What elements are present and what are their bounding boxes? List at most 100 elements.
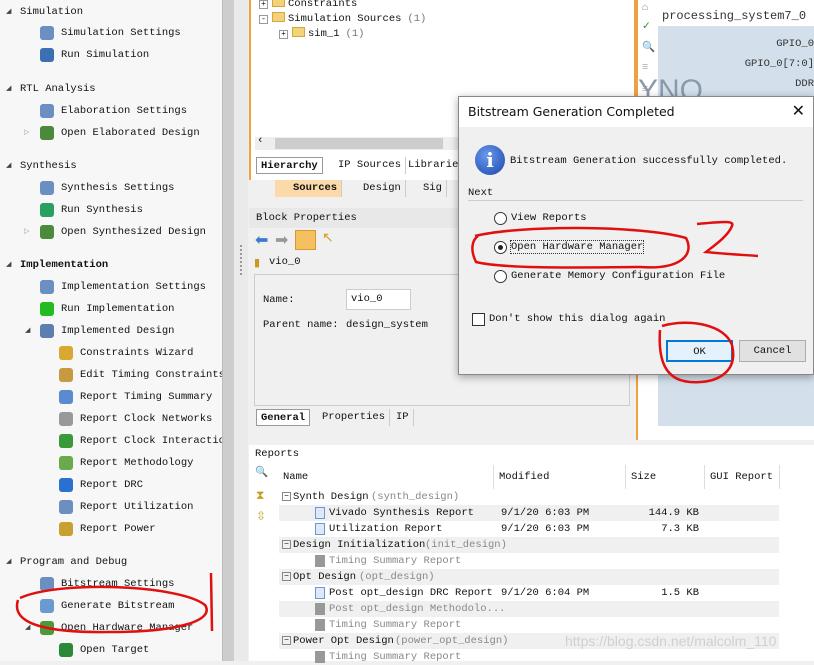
tab-design[interactable]: Design [359, 180, 406, 197]
report-group-row[interactable]: − Design Initialization (init_design) [279, 537, 779, 553]
expand-triangle-icon[interactable]: ◢ [6, 4, 11, 20]
drc-check-icon [59, 478, 73, 492]
nav-item-constraints-wizard[interactable]: Constraints Wizard [0, 345, 222, 361]
tab-sources[interactable]: Sources [275, 180, 343, 197]
report-row[interactable]: Post opt_design DRC Report 9/1/20 6:04 PM… [279, 585, 779, 601]
tree-toggle-icon[interactable]: - [259, 15, 268, 24]
block-settings-icon[interactable] [295, 230, 316, 250]
radio-open-hardware-manager[interactable] [494, 241, 507, 254]
run-synthesis-icon [40, 203, 54, 217]
report-group-row[interactable]: − Opt Design (opt_design) [279, 569, 779, 585]
clock-interaction-icon [59, 434, 73, 448]
column-header-size[interactable]: Size [626, 465, 705, 489]
report-group-row[interactable]: − Synth Design (synth_design) [279, 489, 779, 505]
tree-node[interactable]: + Constraints [259, 0, 363, 11]
dont-show-checkbox[interactable] [472, 313, 485, 326]
collapse-toggle-icon[interactable]: − [282, 572, 291, 581]
panel-splitter[interactable] [234, 0, 248, 661]
tree-toggle-icon[interactable]: + [259, 0, 268, 9]
expand-triangle-icon[interactable]: ◢ [25, 620, 30, 636]
nav-item-run-synthesis[interactable]: Run Synthesis [0, 202, 222, 218]
nav-item-bitstream-settings[interactable]: Bitstream Settings [0, 576, 222, 592]
report-row[interactable]: Timing Summary Report [279, 553, 779, 569]
nav-item-report-methodology[interactable]: Report Methodology [0, 455, 222, 471]
column-header-modified[interactable]: Modified [494, 465, 626, 489]
tab-general[interactable]: General [256, 409, 311, 426]
radio-label[interactable]: Open Hardware Manager [509, 240, 645, 254]
expand-triangle-icon[interactable]: ◢ [6, 257, 11, 273]
column-header-name[interactable]: Name [278, 465, 494, 489]
nav-item-open-elaborated-design[interactable]: ▷ Open Elaborated Design [0, 125, 222, 141]
tree-toggle-icon[interactable]: + [279, 30, 288, 39]
collapse-triangle-icon[interactable]: ▷ [24, 224, 29, 240]
collapse-all-icon[interactable]: ⧗ [256, 489, 264, 503]
flow-navigator-scrollbar[interactable] [222, 0, 234, 661]
nav-item-run-simulation[interactable]: Run Simulation [0, 47, 222, 63]
nav-item-open-hardware-manager[interactable]: ◢ Open Hardware Manager [0, 620, 222, 636]
tree-node[interactable]: - Simulation Sources (1) [259, 12, 426, 26]
name-input[interactable]: vio_0 [346, 289, 411, 310]
nav-item-generate-bitstream[interactable]: Generate Bitstream [0, 598, 222, 614]
nav-item-report-clock-networks[interactable]: Report Clock Networks [0, 411, 222, 427]
diagram-tool-icon[interactable]: ⌂ [642, 2, 648, 14]
radio-view-reports[interactable] [494, 212, 507, 225]
report-row[interactable]: Vivado Synthesis Report 9/1/20 6:03 PM 144… [279, 505, 779, 521]
dont-show-label[interactable]: Don't show this dialog again [489, 313, 665, 325]
nav-item-simulation-settings[interactable]: Simulation Settings [0, 25, 222, 41]
report-row[interactable]: Utilization Report 9/1/20 6:03 PM 7.3 KB [279, 521, 779, 537]
collapse-icon[interactable]: ≡ [642, 62, 648, 74]
nav-item-report-utilization[interactable]: Report Utilization [0, 499, 222, 515]
collapse-triangle-icon[interactable]: ▷ [24, 125, 29, 141]
expand-triangle-icon[interactable]: ◢ [25, 323, 30, 339]
expand-all-icon[interactable]: ⇳ [256, 509, 266, 524]
back-arrow-icon[interactable]: ⬅ [255, 230, 268, 250]
nav-item-run-implementation[interactable]: Run Implementation [0, 301, 222, 317]
nav-item-open-synthesized-design[interactable]: ▷ Open Synthesized Design [0, 224, 222, 240]
scroll-left-icon[interactable]: ‹ [257, 135, 264, 147]
cancel-button[interactable]: Cancel [739, 340, 806, 362]
splitter-handle[interactable] [240, 245, 242, 275]
column-header-gui-report[interactable]: GUI Report [705, 465, 780, 489]
collapse-toggle-icon[interactable]: − [282, 636, 291, 645]
tab-ip[interactable]: IP [392, 409, 414, 426]
expand-triangle-icon[interactable]: ◢ [6, 554, 11, 570]
nav-item-implementation-settings[interactable]: Implementation Settings [0, 279, 222, 295]
validate-design-icon[interactable]: ✓ [642, 20, 651, 33]
tab-sig[interactable]: Sig [419, 180, 447, 197]
radio-generate-memory-configuration-file[interactable] [494, 270, 507, 283]
nav-item-implementation: ◢ Implementation [0, 257, 222, 273]
nav-item-report-drc[interactable]: Report DRC [0, 477, 222, 493]
scrollbar-thumb[interactable] [275, 138, 443, 149]
nav-item-open-target[interactable]: Open Target [0, 642, 222, 658]
forward-arrow-icon[interactable]: ➡ [275, 230, 288, 250]
tab-properties[interactable]: Properties [318, 409, 391, 426]
open-design-icon [40, 225, 54, 239]
search-icon[interactable]: 🔍 [255, 465, 268, 479]
report-row[interactable]: Post opt_design Methodolo... [279, 601, 779, 617]
tab-ip-sources[interactable]: IP Sources [334, 157, 407, 174]
nav-item-report-clock-interaction[interactable]: Report Clock Interaction [0, 433, 231, 449]
collapse-toggle-icon[interactable]: − [282, 540, 291, 549]
close-icon[interactable]: ✕ [792, 101, 805, 120]
folder-icon [292, 27, 305, 37]
tree-node[interactable]: + sim_1 (1) [279, 27, 364, 41]
stopwatch-icon [59, 390, 73, 404]
expand-triangle-icon[interactable]: ◢ [6, 158, 11, 174]
nav-item-elaboration-settings[interactable]: Elaboration Settings [0, 103, 222, 119]
nav-item-edit-timing-constraints[interactable]: Edit Timing Constraints [0, 367, 225, 383]
report-row[interactable]: Timing Summary Report [279, 617, 779, 633]
ok-button[interactable]: OK [666, 340, 733, 362]
radio-label[interactable]: Generate Memory Configuration File [511, 270, 725, 282]
nav-item-report-power[interactable]: Report Power [0, 521, 222, 537]
expand-triangle-icon[interactable]: ◢ [6, 81, 11, 97]
collapse-toggle-icon[interactable]: − [282, 492, 291, 501]
zoom-icon[interactable]: 🔍 [642, 40, 655, 54]
nav-item-implemented-design[interactable]: ◢ Implemented Design [0, 323, 222, 339]
select-cursor-icon[interactable]: ↖ [322, 230, 334, 247]
tab-hierarchy[interactable]: Hierarchy [256, 157, 323, 174]
radio-label[interactable]: View Reports [511, 212, 587, 224]
nav-item-label: Synthesis [20, 160, 77, 172]
report-row[interactable]: Timing Summary Report [279, 649, 779, 665]
nav-item-report-timing-summary[interactable]: Report Timing Summary [0, 389, 222, 405]
nav-item-synthesis-settings[interactable]: Synthesis Settings [0, 180, 222, 196]
